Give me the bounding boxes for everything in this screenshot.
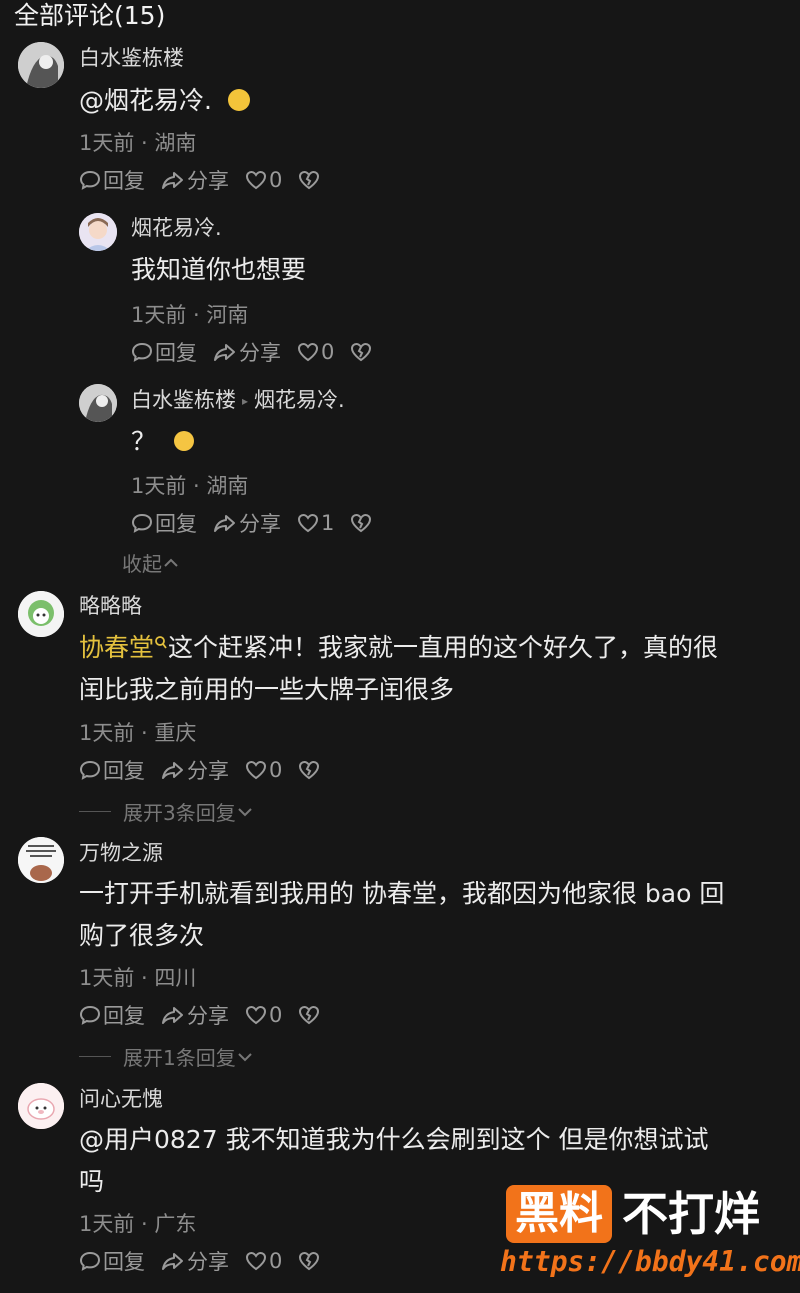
chevron-down-icon (238, 807, 252, 816)
chevron-up-icon (164, 558, 178, 567)
reply-button[interactable]: 回复 (79, 755, 145, 785)
comment-actions: 回复 分享 0 (79, 1246, 338, 1276)
comment-text: 协春堂 这个赶紧冲！我家就一直用的这个好久了，真的很 闰比我之前用的一些大牌子闰很… (79, 633, 719, 704)
reply-to-user[interactable]: 烟花易冷. (254, 388, 345, 412)
heart-icon (297, 342, 319, 362)
dislike-button[interactable] (350, 341, 374, 363)
watermark-text: 不打烊 (622, 1187, 760, 1241)
heart-icon (245, 170, 267, 190)
avatar[interactable] (79, 213, 117, 251)
chevron-down-icon (238, 1052, 252, 1061)
heart-icon (245, 1005, 267, 1025)
like-button[interactable]: 0 (245, 1003, 282, 1027)
dislike-button[interactable] (350, 512, 374, 534)
divider (79, 1056, 111, 1057)
dislike-button[interactable] (298, 1250, 322, 1272)
share-button[interactable]: 分享 (213, 508, 281, 538)
expand-replies-button[interactable]: 展开3条回复 (79, 797, 254, 826)
dislike-button[interactable] (298, 1004, 322, 1026)
username[interactable]: 白水鉴栋楼 (79, 42, 184, 72)
comment-bubble-icon (79, 1251, 101, 1271)
share-arrow-icon (162, 762, 183, 779)
share-arrow-icon (214, 515, 235, 532)
share-button[interactable]: 分享 (161, 1000, 229, 1030)
username[interactable]: 万物之源 (79, 837, 163, 867)
like-button[interactable]: 0 (297, 340, 334, 364)
heart-icon (297, 513, 319, 533)
reply-button[interactable]: 回复 (79, 165, 145, 195)
expand-replies-button[interactable]: 展开1条回复 (79, 1042, 254, 1071)
avatar[interactable] (18, 1083, 64, 1129)
comment-meta: 1天前 · 河南 (131, 303, 249, 327)
watermark-url: https://bbdy41.com (500, 1245, 800, 1278)
collapse-replies-button[interactable]: 收起 (122, 548, 180, 577)
heart-icon (245, 760, 267, 780)
dislike-button[interactable] (298, 169, 322, 191)
avatar[interactable] (79, 384, 117, 422)
username[interactable]: 略略略 (79, 590, 142, 620)
comment-bubble-icon (79, 170, 101, 190)
comment-actions: 回复 分享 1 (131, 508, 390, 538)
comment-bubble-icon (79, 760, 101, 780)
like-button[interactable]: 1 (297, 511, 334, 535)
avatar[interactable] (18, 42, 64, 88)
comments-header: 全部评论(15) (14, 1, 166, 30)
smirk-emoji-icon (173, 431, 194, 451)
reply-button[interactable]: 回复 (131, 508, 197, 538)
share-button[interactable]: 分享 (161, 1246, 229, 1276)
reply-button[interactable]: 回复 (79, 1246, 145, 1276)
username[interactable]: 白水鉴栋楼 ▸ 烟花易冷. (131, 384, 345, 414)
broken-heart-icon (299, 760, 320, 780)
comment-meta: 1天前 · 重庆 (79, 721, 197, 745)
broken-heart-icon (351, 342, 372, 362)
like-button[interactable]: 0 (245, 168, 282, 192)
reply-arrow-icon: ▸ (242, 394, 249, 408)
heart-icon (245, 1251, 267, 1271)
broken-heart-icon (299, 170, 320, 190)
share-arrow-icon (162, 172, 183, 189)
comment-bubble-icon (79, 1005, 101, 1025)
watermark-badge: 黑料 (506, 1185, 612, 1243)
comment-text: 一打开手机就看到我用的 协春堂，我都因为他家很 bao 回 购了很多次 (79, 879, 725, 950)
search-icon[interactable] (154, 635, 168, 651)
product-link[interactable]: 协春堂 (79, 633, 154, 662)
broken-heart-icon (351, 513, 372, 533)
comment-actions: 回复 分享 0 (79, 165, 338, 195)
share-arrow-icon (162, 1253, 183, 1270)
comment-actions: 回复 分享 0 (131, 337, 390, 367)
username[interactable]: 烟花易冷. (131, 212, 222, 242)
share-arrow-icon (162, 1007, 183, 1024)
comment-text: 我知道你也想要 (131, 255, 307, 284)
share-button[interactable]: 分享 (161, 165, 229, 195)
comment-meta: 1天前 · 四川 (79, 966, 197, 990)
comment-bubble-icon (131, 513, 153, 533)
divider (79, 811, 111, 812)
watermark: 黑料 不打烊 https://bbdy41.com (500, 1185, 800, 1285)
like-button[interactable]: 0 (245, 758, 282, 782)
comment-actions: 回复 分享 0 (79, 755, 338, 785)
comment-meta: 1天前 · 湖南 (131, 474, 249, 498)
comment-actions: 回复 分享 0 (79, 1000, 338, 1030)
comment-bubble-icon (131, 342, 153, 362)
dislike-button[interactable] (298, 759, 322, 781)
comment-meta: 1天前 · 广东 (79, 1212, 197, 1236)
share-button[interactable]: 分享 (213, 337, 281, 367)
like-button[interactable]: 0 (245, 1249, 282, 1273)
avatar[interactable] (18, 591, 64, 637)
username[interactable]: 问心无愧 (79, 1083, 163, 1113)
reply-button[interactable]: 回复 (131, 337, 197, 367)
comment-meta: 1天前 · 湖南 (79, 131, 197, 155)
flushed-emoji-icon (227, 89, 250, 111)
share-button[interactable]: 分享 (161, 755, 229, 785)
broken-heart-icon (299, 1005, 320, 1025)
broken-heart-icon (299, 1251, 320, 1271)
reply-button[interactable]: 回复 (79, 1000, 145, 1030)
share-arrow-icon (214, 344, 235, 361)
comment-text: @烟花易冷. (79, 80, 250, 122)
comment-text: ？ (131, 421, 194, 463)
avatar[interactable] (18, 837, 64, 883)
